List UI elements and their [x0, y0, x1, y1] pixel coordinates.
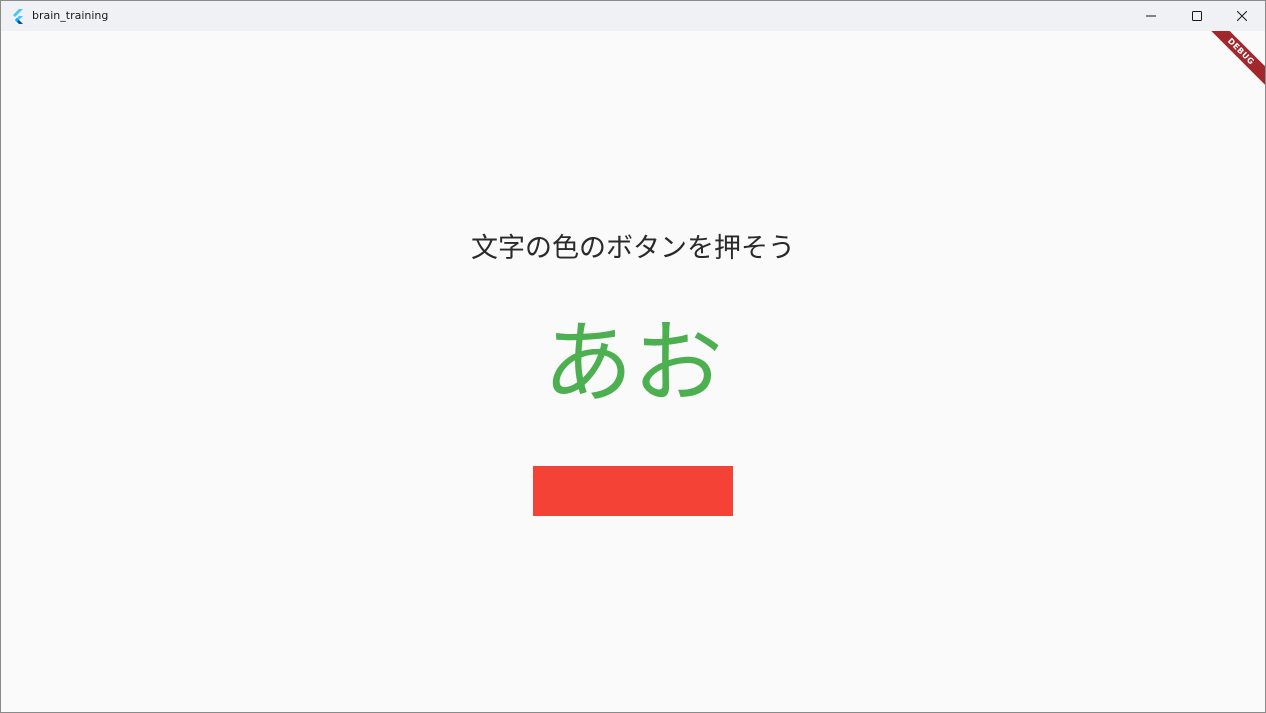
red-color-button[interactable] — [533, 466, 733, 516]
window-title: brain_training — [32, 9, 109, 22]
flutter-logo-icon — [10, 8, 26, 24]
app-window: brain_training 文字の色のボタンを押そう あお DEBUG — [0, 0, 1266, 713]
color-word: あお — [543, 311, 723, 416]
minimize-icon — [1146, 11, 1156, 21]
maximize-icon — [1192, 11, 1202, 21]
title-bar[interactable]: brain_training — [1, 1, 1265, 31]
close-icon — [1237, 11, 1247, 21]
instruction-text: 文字の色のボタンを押そう — [471, 233, 795, 264]
maximize-button[interactable] — [1174, 1, 1220, 31]
close-button[interactable] — [1219, 1, 1265, 31]
minimize-button[interactable] — [1128, 1, 1174, 31]
main-content: 文字の色のボタンを押そう あお — [1, 31, 1265, 712]
